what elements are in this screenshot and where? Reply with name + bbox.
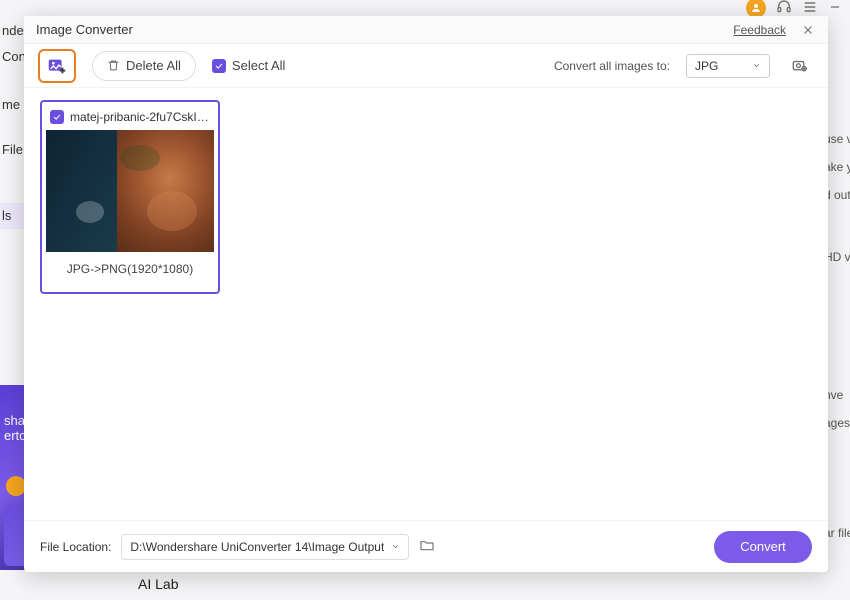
output-path-select[interactable]: D:\Wondershare UniConverter 14\Image Out… bbox=[121, 534, 409, 560]
delete-all-button[interactable]: Delete All bbox=[92, 51, 196, 81]
output-settings-icon[interactable] bbox=[786, 54, 814, 78]
add-image-button[interactable] bbox=[38, 49, 76, 83]
feedback-link[interactable]: Feedback bbox=[733, 23, 786, 37]
ai-lab-label: AI Lab bbox=[138, 576, 178, 592]
output-format-select[interactable]: JPG bbox=[686, 54, 770, 78]
open-folder-icon[interactable] bbox=[419, 537, 439, 557]
minimize-icon[interactable] bbox=[828, 0, 844, 19]
chevron-down-icon bbox=[752, 61, 761, 70]
card-checkbox[interactable] bbox=[50, 110, 64, 124]
image-card[interactable]: matej-pribanic-2fu7CskIT... JPG->PNG(192… bbox=[40, 100, 220, 294]
convert-button[interactable]: Convert bbox=[714, 531, 812, 563]
image-thumbnail bbox=[46, 130, 214, 252]
close-icon[interactable] bbox=[800, 22, 816, 38]
convert-to-label: Convert all images to: bbox=[554, 59, 670, 73]
card-filename: matej-pribanic-2fu7CskIT... bbox=[70, 110, 210, 124]
chevron-down-icon bbox=[391, 542, 400, 551]
image-converter-modal: Image Converter Feedback Delete All Sele… bbox=[24, 16, 828, 572]
checkbox-checked-icon bbox=[212, 59, 226, 73]
card-conversion-info: JPG->PNG(1920*1080) bbox=[46, 252, 214, 288]
modal-title: Image Converter bbox=[36, 22, 733, 37]
file-location-label: File Location: bbox=[40, 540, 111, 554]
select-all-checkbox[interactable]: Select All bbox=[212, 58, 285, 73]
